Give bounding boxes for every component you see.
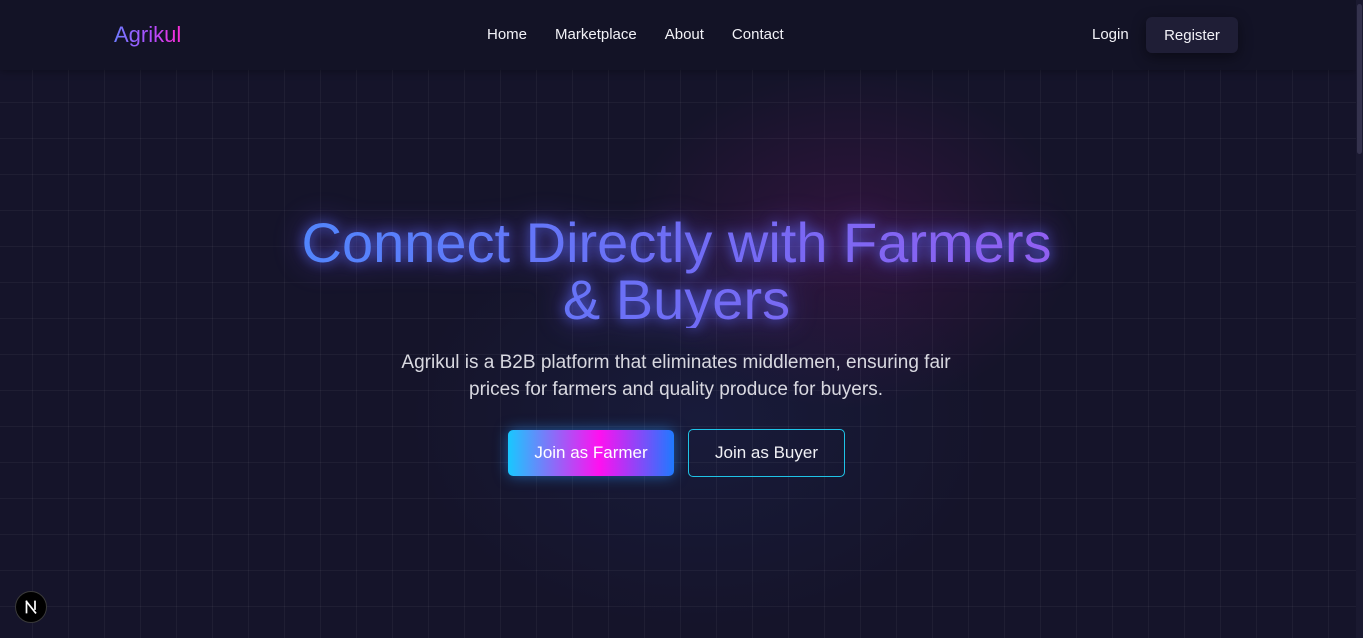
join-as-farmer-button[interactable]: Join as Farmer — [508, 430, 674, 476]
brand-logo[interactable]: Agrikul — [114, 22, 181, 48]
register-button[interactable]: Register — [1146, 17, 1238, 53]
scrollbar-thumb[interactable] — [1357, 4, 1362, 154]
site-header: Agrikul Home Marketplace About Contact L… — [0, 0, 1356, 70]
join-as-buyer-button[interactable]: Join as Buyer — [688, 429, 845, 477]
page-scrollbar[interactable] — [1356, 0, 1363, 638]
nextjs-logo-glyph — [25, 600, 37, 614]
nav-link-home[interactable]: Home — [487, 26, 527, 43]
hero-subtitle-line-1: Agrikul is a B2B platform that eliminate… — [401, 352, 951, 373]
nav-link-marketplace[interactable]: Marketplace — [555, 26, 637, 43]
page: Agrikul Home Marketplace About Contact L… — [0, 0, 1363, 638]
nav-link-contact[interactable]: Contact — [732, 26, 784, 43]
login-link[interactable]: Login — [1092, 26, 1129, 43]
hero-title-line-1: Connect Directly with Farmers — [301, 211, 1052, 274]
nextjs-icon[interactable] — [15, 591, 47, 623]
hero-subtitle: Agrikul is a B2B platform that eliminate… — [376, 349, 976, 403]
hero-title-line-2: & Buyers — [562, 268, 791, 331]
nav-link-about[interactable]: About — [665, 26, 704, 43]
main-nav: Home Marketplace About Contact — [487, 26, 812, 43]
hero-subtitle-line-2: prices for farmers and quality produce f… — [469, 379, 883, 400]
hero-title: Connect Directly with Farmers & Buyers — [200, 214, 1153, 328]
